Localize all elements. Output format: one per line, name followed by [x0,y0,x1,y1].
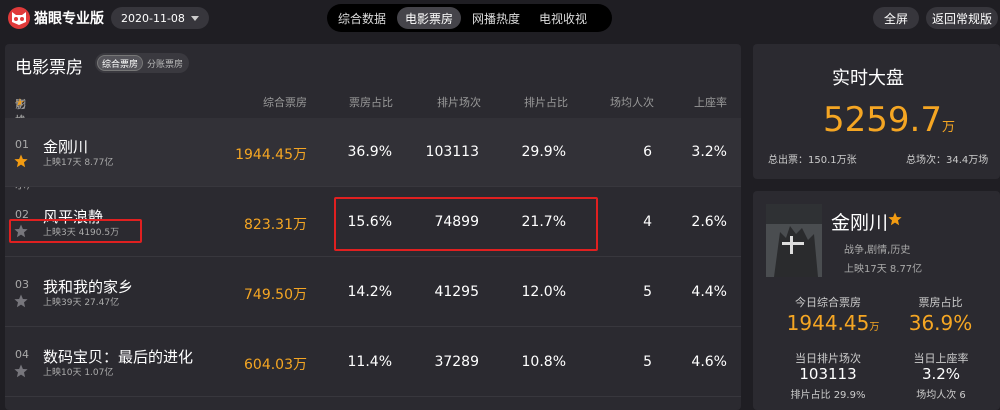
annotation-box-share-stats [334,197,598,251]
col-occupancy: 上座率 [694,96,727,109]
realtime-value: 5259.7万 [823,100,955,140]
col-avg: 场均人次 [610,96,654,109]
mode-tabs: 综合数据 电影票房 网播热度 电视收视 [327,4,612,32]
schedule-value: 41295 [434,284,479,300]
schedule-share-value: 12.0% [521,284,566,300]
movie-sub: 上映17天 8.77亿 [43,158,114,168]
occupancy-label: 当日上座率 [913,352,969,365]
star-icon[interactable] [14,294,28,308]
movie-name: 金刚川 [43,138,89,156]
box-share-label: 票房占比 [918,296,963,309]
star-icon[interactable] [14,154,28,168]
box-type-toggle: 综合票房 分账票房 [95,53,190,73]
detail-genre: 战争,剧情,历史 [844,245,911,256]
avg-value: 5 [643,354,652,370]
avg-value: 4 [643,214,652,230]
table-header: 影片 (点击★切换右侧展示) 综合票房 票房占比 排片场次 排片占比 场均人次 … [15,96,727,191]
total-tickets: 总出票：150.1万张 [768,155,857,166]
avg-value: 6 [643,144,652,160]
schedule-share-value: 10.8% [521,354,566,370]
occupancy-value: 3.2% [921,365,961,383]
back-to-classic-button[interactable]: 返回常规版 [926,7,998,29]
chevron-down-icon [190,15,199,21]
movie-name: 我和我的家乡 [43,278,134,296]
tab-web-heat[interactable]: 网播热度 [464,7,528,29]
box-share-value: 36.9% [908,311,973,335]
star-icon [888,212,902,226]
row-rank: 01 [15,138,29,151]
brand-name: 猫眼专业版 [34,11,104,27]
occupancy-value: 4.4% [691,284,727,300]
schedule-value: 103113 [425,144,479,160]
panel-title: 电影票房 [15,58,83,78]
avg-attendance: 场均人次 6 [916,390,966,401]
movie-poster [766,204,822,277]
row-rank: 04 [15,348,29,361]
realtime-panel: 实时大盘 5259.7万 总出票：150.1万张 总场次：34.4万场 [753,44,1000,179]
shows-value: 103113 [799,365,857,383]
star-icon[interactable] [14,364,28,378]
tab-split-box[interactable]: 分账票房 [143,55,187,71]
today-box-label: 今日综合票房 [795,296,861,309]
share-value: 14.2% [347,284,392,300]
share-value: 11.4% [347,354,392,370]
occupancy-value: 2.6% [691,214,727,230]
col-schedule-share: 排片占比 [524,96,568,109]
schedule-share-value: 29.9% [521,144,566,160]
tab-box-office[interactable]: 电影票房 [397,7,462,29]
box-value: 604.03万 [244,357,307,373]
realtime-title: 实时大盘 [832,68,904,89]
date-picker[interactable]: 2020-11-08 [111,7,209,29]
movie-sub: 上映10天 1.07亿 [43,368,114,378]
col-share: 票房占比 [349,96,393,109]
movie-name: 数码宝贝：最后的进化 [43,348,194,366]
table-row[interactable]: 04 数码宝贝：最后的进化 上映10天 1.07亿 604.03万 11.4% … [5,328,741,397]
shows-share: 排片占比 29.9% [790,390,866,401]
shows-label: 当日排片场次 [795,352,861,365]
realtime-unit: 万 [941,120,955,135]
annotation-box-release-info [9,219,142,243]
table-row[interactable]: 01 金刚川 上映17天 8.77亿 1944.45万 36.9% 103113… [5,118,741,187]
box-value: 823.31万 [244,217,307,233]
fullscreen-button[interactable]: 全屏 [873,7,919,29]
occupancy-value: 4.6% [691,354,727,370]
col-box: 综合票房 [263,96,307,109]
table-row[interactable]: 03 我和我的家乡 上映39天 27.47亿 749.50万 14.2% 412… [5,258,741,327]
box-value: 749.50万 [244,287,307,303]
schedule-value: 37289 [434,354,479,370]
tab-tv-ratings[interactable]: 电视收视 [531,7,595,29]
box-value: 1944.45万 [235,147,307,163]
share-value: 36.9% [347,144,392,160]
today-box-value: 1944.45万 [786,311,880,335]
tab-combined-box[interactable]: 综合票房 [97,55,144,71]
detail-release: 上映17天 8.77亿 [844,264,923,275]
col-schedule: 排片场次 [437,96,481,109]
occupancy-value: 3.2% [691,144,727,160]
movie-sub: 上映39天 27.47亿 [43,298,120,308]
movie-detail-panel: 金刚川 战争,剧情,历史 上映17天 8.77亿 今日综合票房 1944.45万… [753,191,1000,410]
date-value: 2020-11-08 [121,11,185,25]
top-bar: 猫眼专业版 2020-11-08 综合数据 电影票房 网播热度 电视收视 全屏 … [0,0,1000,36]
box-office-table-panel: 电影票房 综合票房 分账票房 影片 (点击★切换右侧展示) 综合票房 票房占比 … [5,44,741,410]
avg-value: 5 [643,284,652,300]
total-shows: 总场次：34.4万场 [906,155,989,166]
maoyan-logo [8,7,30,29]
tab-overview[interactable]: 综合数据 [330,7,394,29]
row-rank: 03 [15,278,29,291]
detail-movie-name: 金刚川 [831,208,902,235]
